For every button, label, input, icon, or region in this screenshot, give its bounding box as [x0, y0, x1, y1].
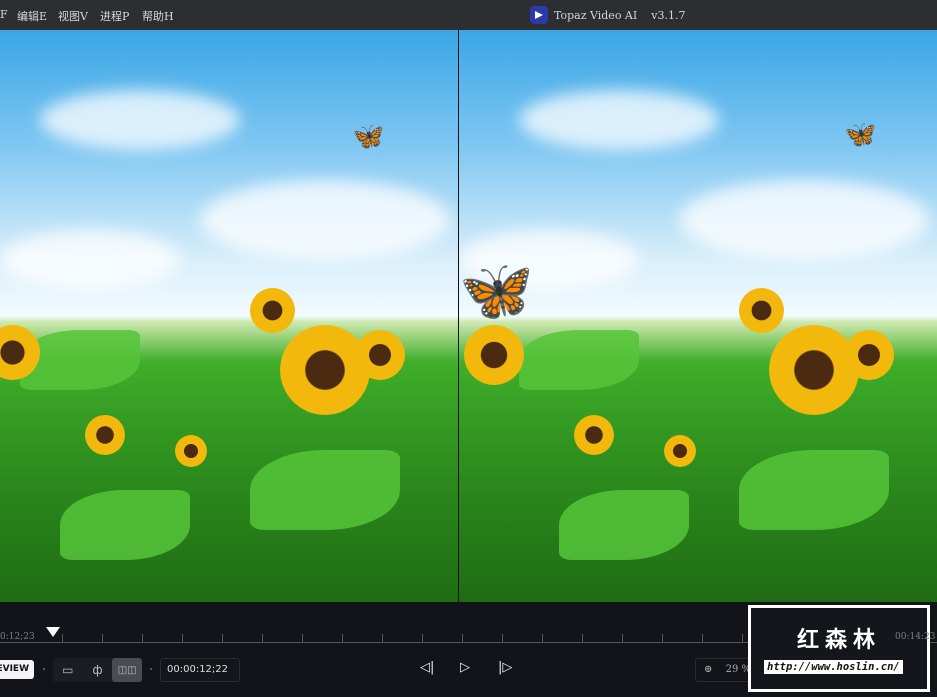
menu-help[interactable]: 帮助H [142, 8, 174, 24]
watermark-title: 红森林 [797, 628, 882, 653]
menu-process[interactable]: 进程P [100, 8, 129, 24]
watermark: 红森林 http://www.hoslin.cn/ [748, 605, 930, 692]
prev-frame-button[interactable]: ◁| [420, 660, 434, 675]
timeline-tick [302, 634, 303, 642]
timeline-tick [462, 634, 463, 642]
zoom-icon: ⊕ [704, 664, 713, 675]
timeline-tick [502, 634, 503, 642]
app-name: Topaz Video AI [554, 8, 638, 22]
view-mode-group: ▭ ф ◫◫ [53, 658, 143, 682]
menu-edit[interactable]: 编辑E [17, 8, 47, 24]
single-view-icon[interactable]: ▭ [53, 658, 83, 682]
timeline-tick [702, 634, 703, 642]
timeline-tick [662, 634, 663, 642]
timeline-tick [582, 634, 583, 642]
menu-view[interactable]: 视图V [58, 8, 88, 24]
butterfly-image: 🦋 [459, 256, 534, 326]
topaz-logo-icon [530, 6, 548, 24]
timeline-tick [222, 634, 223, 642]
timeline-tick [742, 634, 743, 642]
timeline-tick [262, 634, 263, 642]
title-bar: F 编辑E 视图V 进程P 帮助H Topaz Video AI v3.1.7 [0, 0, 937, 30]
timeline-tick [182, 634, 183, 642]
timeline-tick [542, 634, 543, 642]
timeline-tick [62, 634, 63, 642]
playhead-handle[interactable] [46, 627, 60, 637]
timeline-tick [622, 634, 623, 642]
enhanced-video-pane[interactable]: 🦋 🦋 [459, 30, 937, 602]
timeline-tick [422, 634, 423, 642]
timeline-tick [382, 634, 383, 642]
timeline-tick [102, 634, 103, 642]
current-time-label: 0:12;23 [0, 632, 35, 642]
timeline-tick [142, 634, 143, 642]
menu-file[interactable]: F [0, 8, 8, 21]
preview-button[interactable]: EVIEW [0, 660, 34, 679]
timecode-input[interactable]: 00:00:12;22 [160, 658, 240, 682]
next-frame-button[interactable]: |▷ [498, 660, 512, 675]
play-button[interactable]: ▷ [460, 660, 470, 675]
end-time-label: 00:14:23 [895, 632, 936, 642]
timeline-tick [342, 634, 343, 642]
split-view-icon[interactable]: ф [83, 658, 113, 682]
butterfly-image: 🦋 [844, 120, 877, 150]
app-version: v3.1.7 [651, 8, 686, 22]
watermark-url: http://www.hoslin.cn/ [764, 660, 903, 674]
app-title: Topaz Video AI v3.1.7 [530, 6, 685, 24]
side-by-side-icon[interactable]: ◫◫ [112, 658, 143, 682]
original-video-pane[interactable]: 🦋 [0, 30, 458, 602]
butterfly-image: 🦋 [352, 122, 385, 152]
